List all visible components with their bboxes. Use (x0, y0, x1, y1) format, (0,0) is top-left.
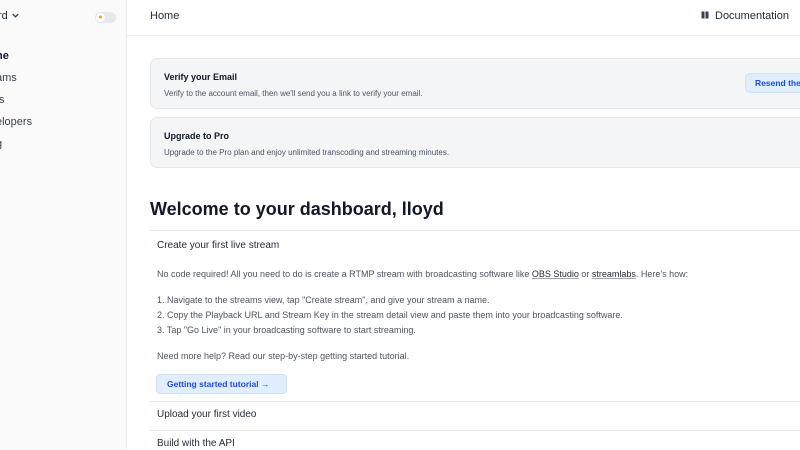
sidebar-item-home[interactable]: ne (0, 50, 9, 62)
intro-suffix: . Here's how: (635, 269, 689, 279)
getting-started-accordion: Create your first live stream No code re… (150, 230, 800, 450)
accordion-item-build-api[interactable]: Build with the API (157, 438, 235, 449)
resend-email-button[interactable]: Resend the (745, 73, 800, 93)
step-1: 1. Navigate to the streams view, tap "Cr… (157, 295, 490, 305)
sidebar-header: rd ● (0, 10, 127, 26)
or-text: or (578, 269, 592, 279)
divider (150, 430, 800, 431)
obs-studio-link[interactable]: OBS Studio (532, 269, 579, 279)
step-2: 2. Copy the Playback URL and Stream Key … (157, 310, 623, 320)
verify-email-notice: Verify your Email Verify to the account … (150, 58, 800, 109)
intro-text: No code required! All you need to do is … (157, 269, 688, 279)
notice-text: Upgrade to the Pro plan and enjoy unlimi… (164, 148, 450, 157)
accordion-item-upload-video[interactable]: Upload your first video (157, 409, 257, 420)
page-title: Welcome to your dashboard, lloyd (150, 199, 444, 219)
notice-title: Verify your Email (164, 72, 238, 82)
top-header: Home Documentation (127, 0, 800, 36)
documentation-label: Documentation (715, 10, 789, 22)
help-text: Need more help? Read our step-by-step ge… (157, 351, 410, 361)
chevron-down-icon[interactable] (11, 11, 20, 23)
upgrade-pro-notice[interactable]: Upgrade to Pro Upgrade to the Pro plan a… (150, 117, 800, 168)
sun-icon: ● (96, 13, 105, 22)
documentation-link[interactable]: Documentation (701, 10, 789, 22)
notice-text: Verify to the account email, then we'll … (164, 89, 423, 98)
notice-title: Upgrade to Pro (164, 131, 230, 141)
breadcrumb: Home (150, 10, 180, 22)
streamlabs-link[interactable]: streamlabs (592, 269, 636, 279)
sidebar: rd ● ne ams ts elopers g (0, 0, 127, 450)
divider (150, 401, 800, 402)
sidebar-item-assets[interactable]: ts (0, 94, 5, 106)
step-3: 3. Tap "Go Live" in your broadcasting so… (157, 325, 416, 335)
accordion-item-live-stream[interactable]: Create your first live stream (157, 240, 279, 251)
sidebar-item-streams[interactable]: ams (0, 72, 17, 84)
sidebar-item-developers[interactable]: elopers (0, 116, 32, 128)
getting-started-tutorial-button[interactable]: Getting started tutorial → (156, 374, 287, 394)
theme-toggle[interactable]: ● (95, 12, 116, 23)
sidebar-item-billing[interactable]: g (0, 138, 2, 150)
book-icon (701, 11, 709, 19)
project-switcher-label[interactable]: rd (0, 10, 8, 22)
intro-prefix: No code required! All you need to do is … (157, 269, 532, 279)
